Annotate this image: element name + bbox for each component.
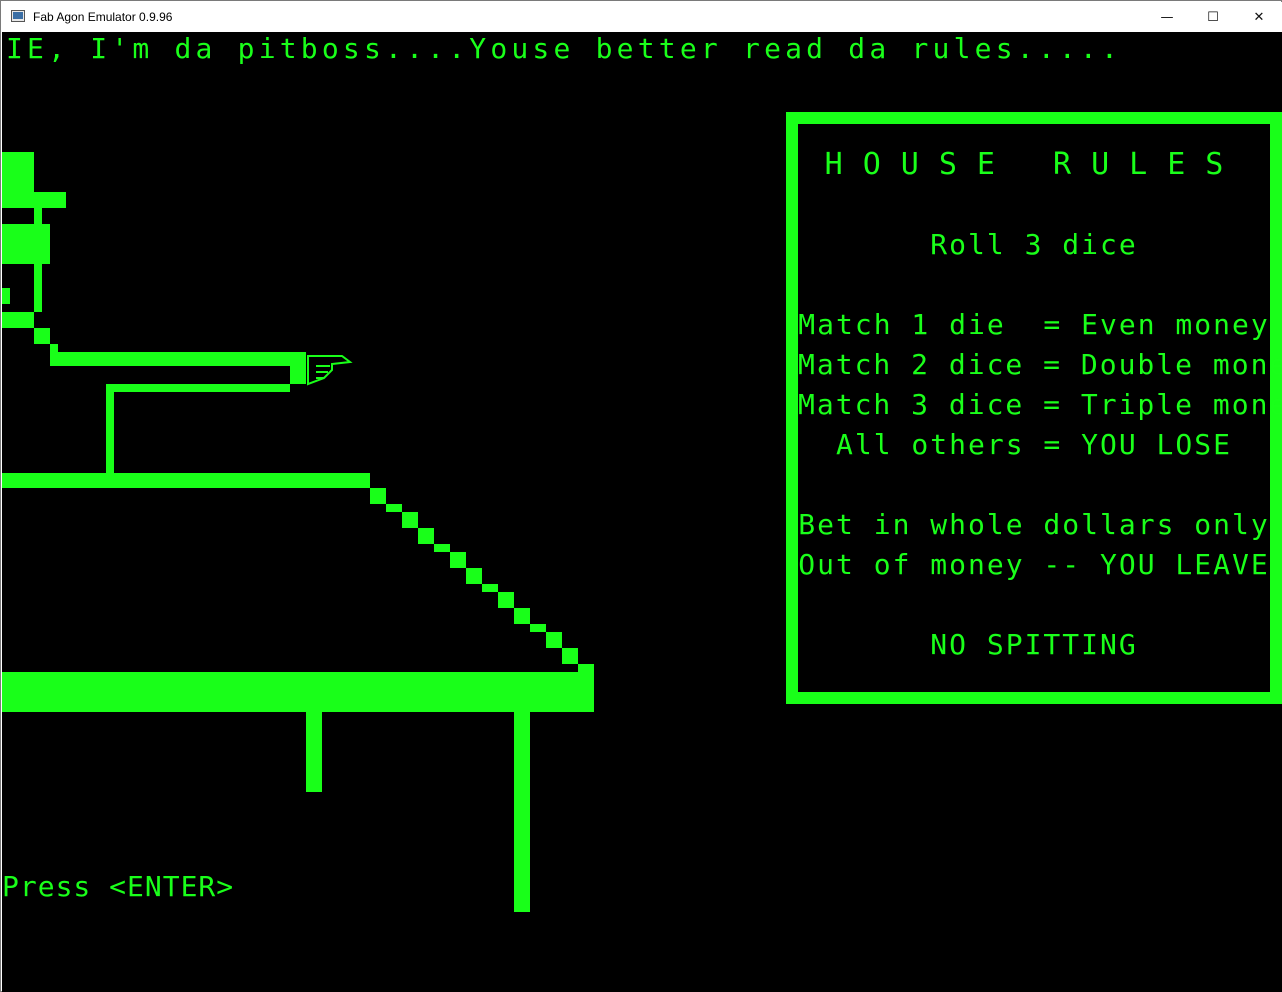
rules-match1-line: Match 1 die = Even money xyxy=(798,308,1270,341)
pitboss-message: IE, I'm da pitboss....Youse better read … xyxy=(6,32,1123,65)
minimize-icon: — xyxy=(1160,9,1174,25)
rules-spitting-line: NO SPITTING xyxy=(930,628,1138,661)
house-rules-panel: HOUSE RULES Roll 3 dice Match 1 die = Ev… xyxy=(786,112,1282,704)
rules-match3-line: Match 3 dice = Triple money xyxy=(798,388,1282,421)
rules-roll-line: Roll 3 dice xyxy=(930,228,1138,261)
close-button[interactable]: ✕ xyxy=(1236,2,1282,32)
press-enter-prompt[interactable]: Press <ENTER> xyxy=(2,870,234,904)
pointing-hand-icon xyxy=(307,355,353,386)
maximize-icon: ☐ xyxy=(1207,9,1219,25)
minimize-button[interactable]: — xyxy=(1144,2,1190,32)
rules-others-line: All others = YOU LOSE xyxy=(835,428,1232,461)
rules-broke-line: Out of money -- YOU LEAVE xyxy=(798,548,1270,581)
window-title: Fab Agon Emulator 0.9.96 xyxy=(33,10,173,24)
maximize-button[interactable]: ☐ xyxy=(1190,2,1236,32)
rules-title: HOUSE RULES xyxy=(824,147,1244,182)
game-screen[interactable]: IE, I'm da pitboss....Youse better read … xyxy=(2,32,1282,992)
pitboss-figure xyxy=(2,152,306,474)
rules-bet-line: Bet in whole dollars only xyxy=(798,508,1270,541)
rules-match2-line: Match 2 dice = Double money xyxy=(798,348,1282,381)
title-bar[interactable]: Fab Agon Emulator 0.9.96 — ☐ ✕ xyxy=(2,2,1282,32)
emulator-window: Fab Agon Emulator 0.9.96 — ☐ ✕ IE, I'm d… xyxy=(0,0,1282,992)
craps-table xyxy=(2,473,594,912)
emulator-app-icon xyxy=(11,10,25,22)
close-icon: ✕ xyxy=(1253,9,1265,25)
